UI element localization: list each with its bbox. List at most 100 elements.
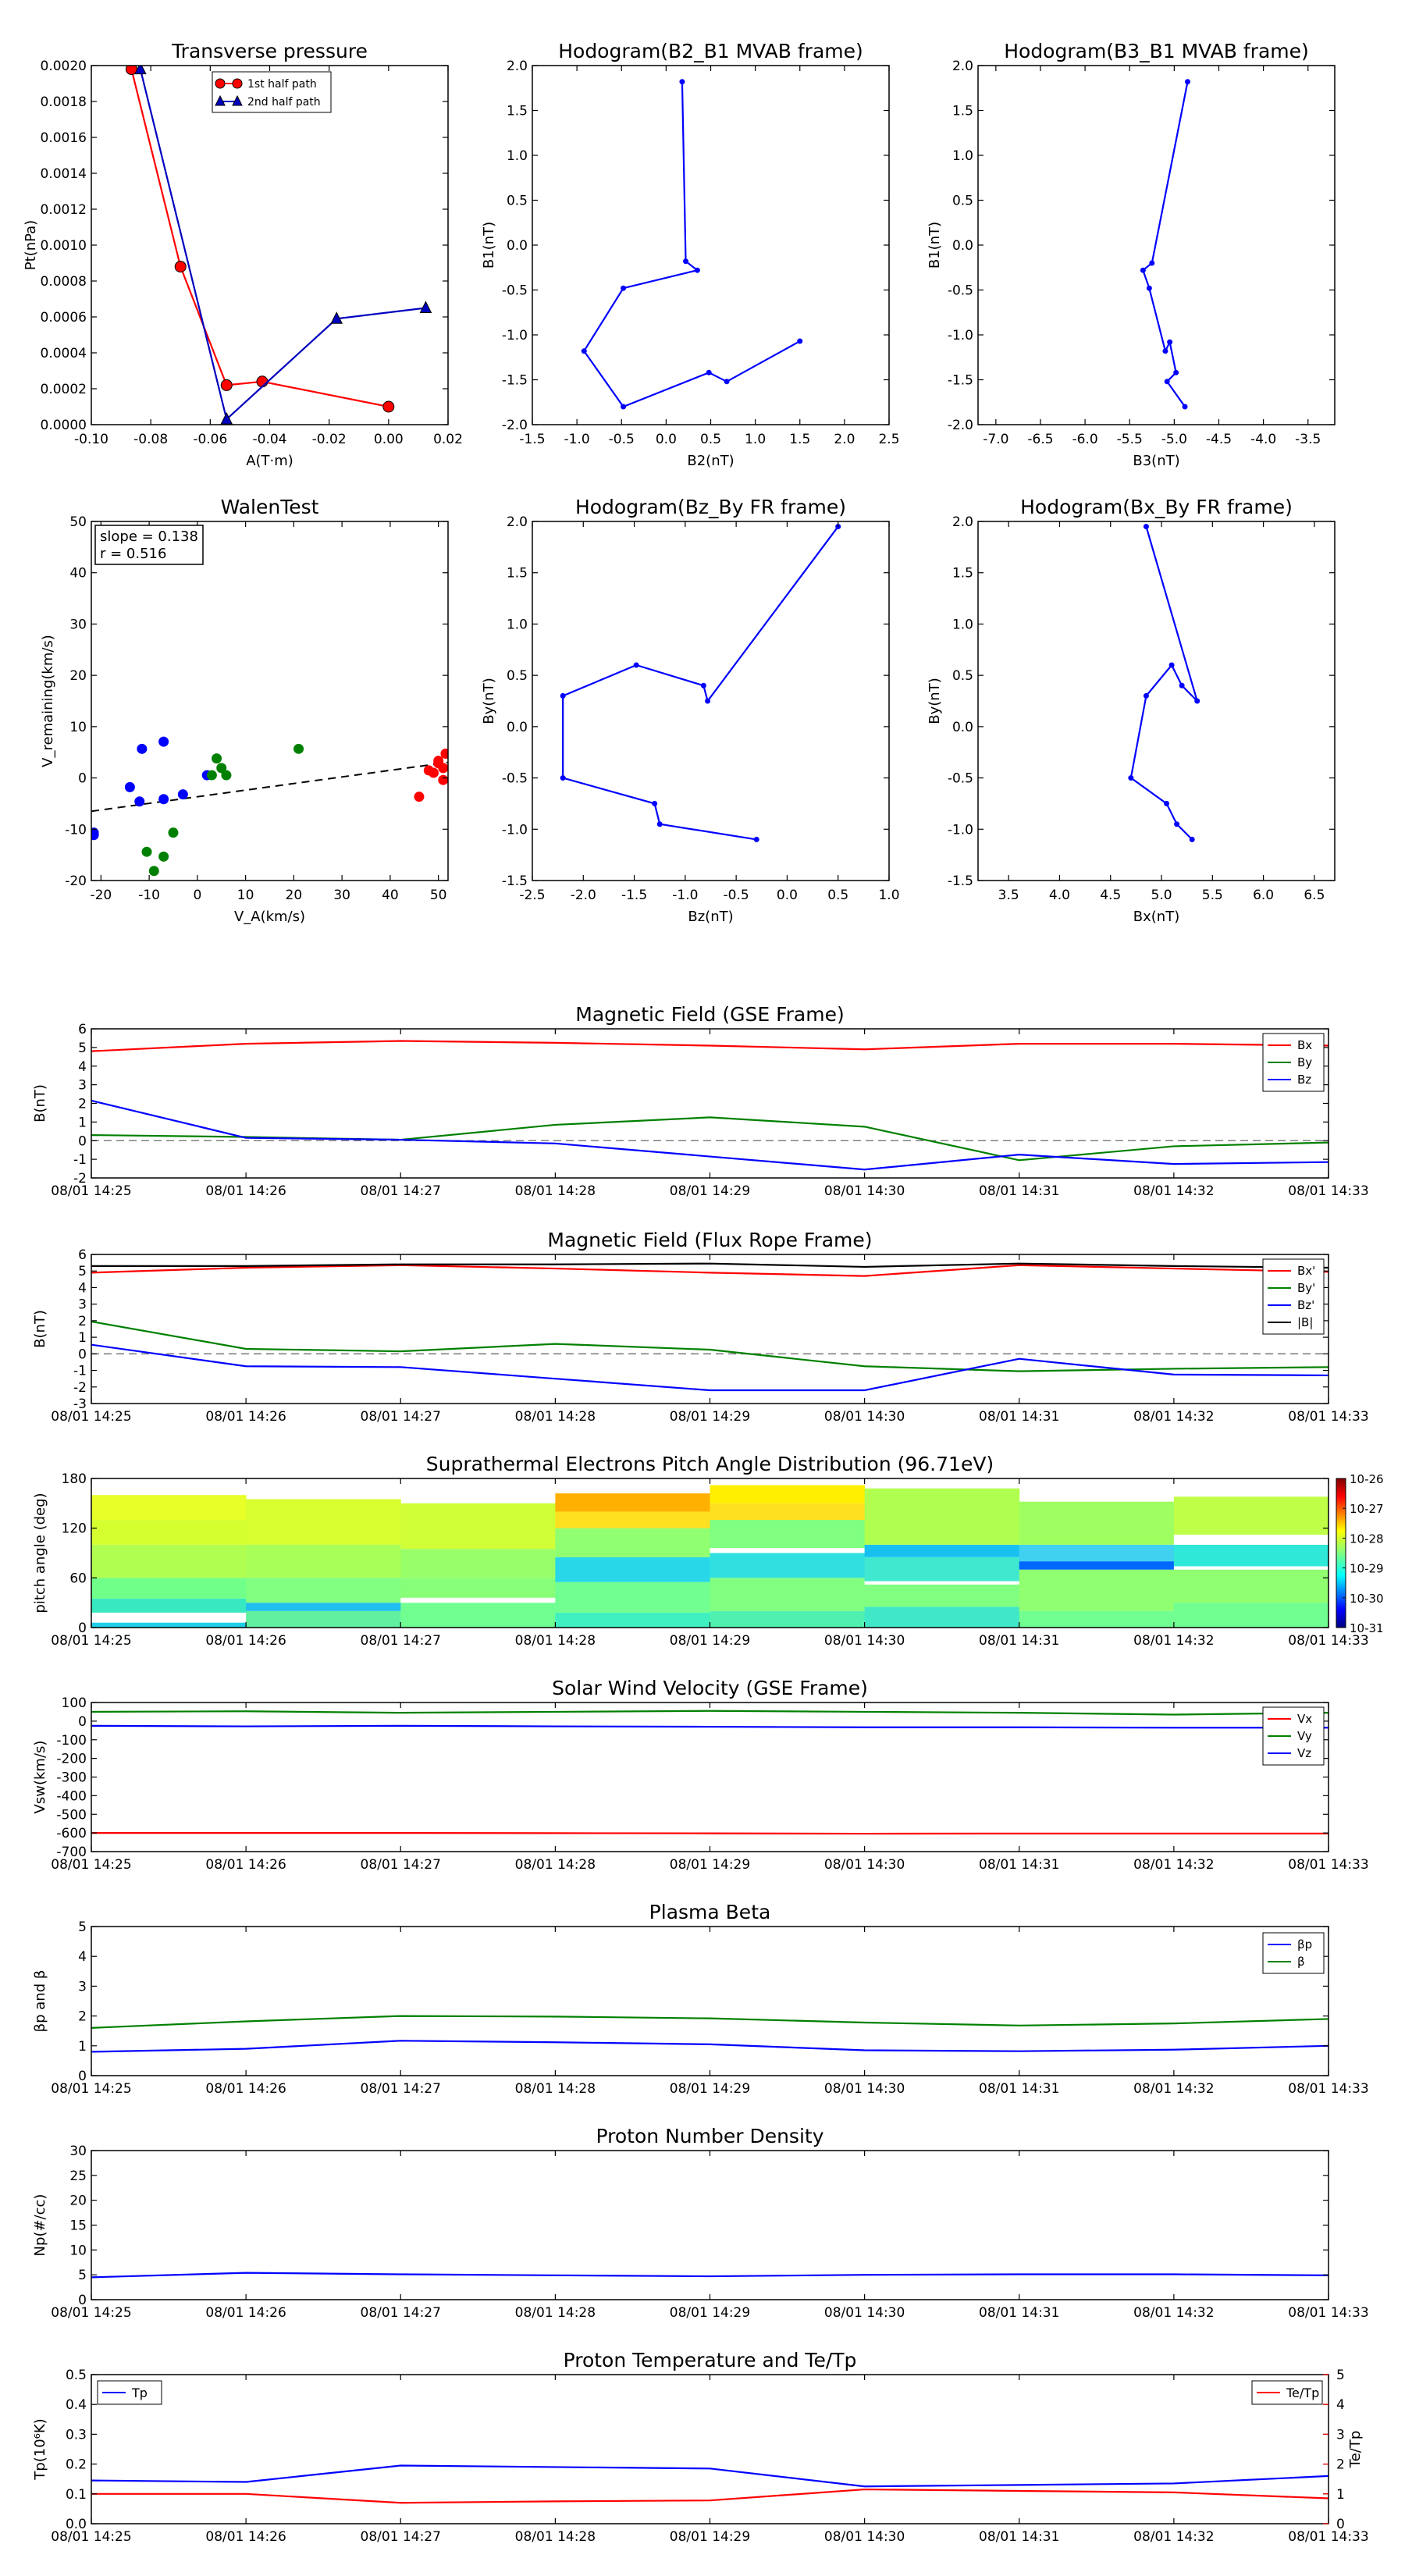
- walen-xtick-label: -20: [90, 888, 112, 903]
- np-xtick-label: 08/01 14:33: [1288, 2305, 1368, 2321]
- walen-point: [221, 770, 232, 781]
- hodo1-xtick-label: 1.5: [789, 432, 810, 447]
- hodo4-point: [1143, 524, 1149, 530]
- bgse-series-line: [91, 1040, 1329, 1052]
- hodo1-point: [621, 285, 627, 291]
- hodo3-point: [753, 836, 759, 842]
- bfr-ytick-label: 5: [78, 1264, 87, 1279]
- heatmap-cell: [555, 1511, 710, 1528]
- np-ytick-label: 30: [69, 2144, 87, 2159]
- transverse-ytick-label: 0.0012: [41, 202, 87, 218]
- tp-xtick-label: 08/01 14:29: [670, 2529, 750, 2545]
- hodo2-ytick-label: 1.0: [952, 148, 973, 164]
- hodo1-plot-area: [581, 79, 803, 410]
- tp-ytick-label-r: 0: [1336, 2517, 1345, 2532]
- heatmap-cell: [91, 1495, 247, 1521]
- hodo2-point: [1167, 339, 1173, 345]
- bgse-xtick-label: 08/01 14:33: [1288, 1183, 1368, 1199]
- bfr-xtick-label: 08/01 14:27: [361, 1409, 441, 1425]
- hodo2-xtick-label: -5.5: [1117, 432, 1143, 447]
- bfr-ytick-label: 2: [78, 1314, 87, 1329]
- pad-xtick-label: 08/01 14:27: [361, 1633, 441, 1649]
- hodo4-ytick-label: 2.0: [952, 514, 973, 530]
- heatmap-cell: [1173, 1535, 1329, 1545]
- transverse-ytick-label: 0.0020: [41, 59, 87, 74]
- hodo4-ytick-label: -1.5: [948, 873, 973, 889]
- hodo2-xtick-label: -5.0: [1161, 432, 1187, 447]
- hodo1-panel: -1.5 -1.0 -0.5 0.0 0.5 1.0 1.5 2.0 2.5-2.0-1.5-1…: [481, 40, 900, 469]
- hodo3-plot-area: [560, 524, 841, 842]
- transverse-xtick-label: -0.08: [133, 432, 168, 447]
- pad-panel: 08/01 14:25 08/01 14:26 08/01 14:27 08/01 1…: [32, 1453, 1384, 1649]
- bgse-xtick-label: 08/01 14:30: [824, 1183, 905, 1199]
- transverse-xtick-label: -0.10: [74, 432, 108, 447]
- hodo4-xtick-label: 4.0: [1049, 888, 1070, 903]
- hodo2-xtick-label: -7.0: [983, 432, 1008, 447]
- hodo2-ytick-label: -2.0: [948, 418, 973, 433]
- tp-frame: [91, 2374, 1329, 2524]
- walen-point: [158, 736, 169, 747]
- np-ylabel: Np(#/cc): [32, 2194, 48, 2257]
- heatmap-cell: [1173, 1496, 1329, 1535]
- hodo1-xtick-label: 2.0: [834, 432, 855, 447]
- heatmap-cell: [710, 1520, 866, 1549]
- pad-colorbar-label: 10-30: [1350, 1592, 1384, 1606]
- np-xtick-label: 08/01 14:31: [979, 2305, 1059, 2321]
- hodo4-title: Hodogram(Bx_By FR frame): [1020, 496, 1293, 518]
- beta-xtick-label: 08/01 14:31: [979, 2081, 1059, 2097]
- tp-ytick-label-r: 3: [1336, 2427, 1345, 2443]
- legend-label: 1st half path: [247, 78, 317, 91]
- pad-xtick-label: 08/01 14:32: [1133, 1633, 1214, 1649]
- heatmap-cell: [864, 1584, 1020, 1607]
- hodo3-xtick-label: -0.5: [724, 888, 749, 903]
- hodo4-xtick-label: 5.5: [1202, 888, 1223, 903]
- transverse-ytick-label: 0.0018: [41, 94, 87, 110]
- bfr-ytick-label: 1: [78, 1330, 87, 1346]
- walen-ytick-label: 0: [78, 771, 87, 787]
- hodo1-point: [724, 379, 730, 385]
- bgse-xtick-label: 08/01 14:25: [51, 1183, 131, 1199]
- hodo4-ytick-label: 0.5: [952, 668, 973, 684]
- np-xtick-label: 08/01 14:25: [51, 2305, 131, 2321]
- hodo2-xtick-label: -4.0: [1250, 432, 1276, 447]
- vsw-ylabel: Vsw(km/s): [32, 1741, 48, 1814]
- hodo3-xtick-label: -1.0: [672, 888, 698, 903]
- transverse-frame: [91, 65, 449, 425]
- pad-xtick-label: 08/01 14:33: [1288, 1633, 1368, 1649]
- bfr-title: Magnetic Field (Flux Rope Frame): [547, 1229, 872, 1251]
- pad-ytick-label: 180: [62, 1471, 87, 1487]
- vsw-ytick-label: -100: [56, 1733, 87, 1749]
- legend-label: Bz': [1297, 1298, 1314, 1312]
- tp-ytick-label: 0.1: [66, 2487, 87, 2503]
- hodo2-xtick-label: -4.5: [1206, 432, 1232, 447]
- hodo3-xlabel: Bz(nT): [688, 909, 733, 925]
- walen-point: [134, 796, 145, 807]
- heatmap-cell: [864, 1581, 1020, 1585]
- hodo1-ytick-label: 1.5: [507, 104, 528, 119]
- beta-legend: [1262, 1932, 1325, 1974]
- tp-ytick-label: 0.0: [66, 2517, 87, 2532]
- np-plot-area: [91, 2272, 1329, 2279]
- hodo3-ytick-label: -0.5: [502, 771, 528, 787]
- heatmap-cell: [864, 1606, 1020, 1628]
- vsw-ytick-label: -500: [56, 1807, 87, 1823]
- np-xtick-label: 08/01 14:32: [1133, 2305, 1214, 2321]
- np-frame: [91, 2150, 1329, 2300]
- heatmap-cell: [864, 1544, 1020, 1557]
- walen-ytick-label: -10: [65, 822, 87, 838]
- bfr-xtick-label: 08/01 14:33: [1288, 1409, 1368, 1425]
- legend-label: Te/Tp: [1286, 2386, 1319, 2400]
- np-ytick-label: 5: [78, 2268, 87, 2283]
- walen-xlabel: V_A(km/s): [234, 909, 305, 925]
- transverse-xtick-label: -0.06: [193, 432, 227, 447]
- hodo2-point: [1164, 379, 1170, 385]
- hodo4-point: [1164, 800, 1170, 806]
- hodo1-ylabel: B1(nT): [481, 222, 497, 269]
- hodo2-title: Hodogram(B3_B1 MVAB frame): [1004, 40, 1309, 62]
- hodo1-series-line: [582, 81, 801, 408]
- bgse-panel: 08/01 14:25 08/01 14:26 08/01 14:27 08/01 1…: [32, 1003, 1369, 1199]
- hodo3-ytick-label: 1.5: [507, 566, 528, 582]
- tp-xtick-label: 08/01 14:31: [979, 2529, 1059, 2545]
- np-ytick-label: 10: [69, 2243, 87, 2258]
- bgse-ylabel: B(nT): [32, 1084, 48, 1123]
